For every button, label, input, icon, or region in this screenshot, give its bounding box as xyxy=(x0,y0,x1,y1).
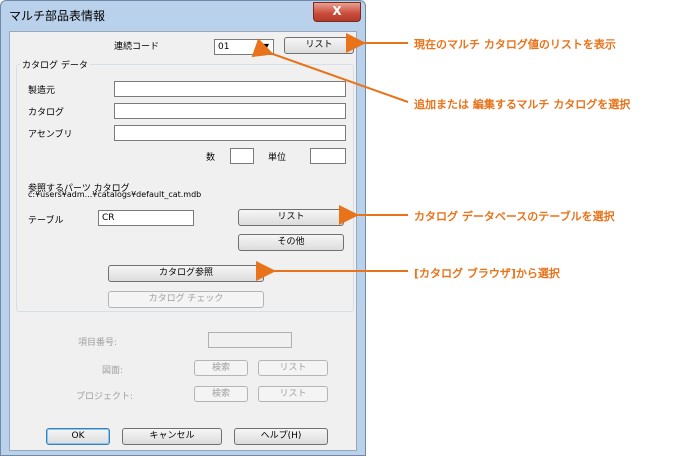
annotation-select-table: カタログ データベースのテーブルを選択 xyxy=(414,210,615,223)
callout-arrows xyxy=(251,33,409,281)
annotation-select-catalog: 追加または 編集するマルチ カタログを選択 xyxy=(414,98,631,111)
arrow-serial xyxy=(251,38,409,103)
annotation-list-values: 現在のマルチ カタログ値のリストを表示 xyxy=(414,38,616,51)
annotation-browse: [カタログ ブラウザ]から選択 xyxy=(414,267,560,280)
